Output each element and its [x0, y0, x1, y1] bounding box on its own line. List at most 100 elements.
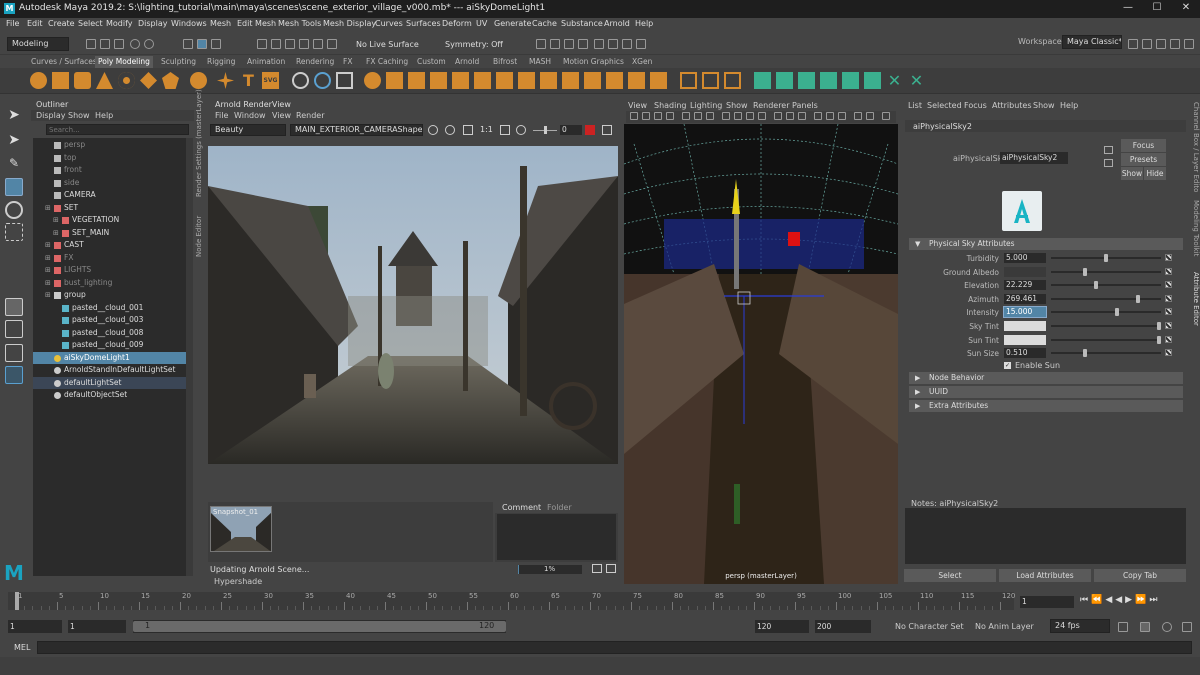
ae-menu-show[interactable]: Show	[1033, 101, 1055, 110]
rendered-image[interactable]	[208, 146, 618, 464]
outliner-item[interactable]: persp	[33, 139, 188, 152]
menu-generate[interactable]: Generate	[494, 19, 531, 28]
gamma-icon[interactable]	[854, 112, 862, 120]
render-settings-icon[interactable]	[578, 39, 588, 49]
attr-value-field[interactable]: 22.229	[1004, 280, 1046, 291]
attr-value-field[interactable]	[1004, 334, 1046, 345]
cylindrical-map-icon[interactable]	[776, 72, 793, 89]
textured-icon[interactable]	[758, 112, 766, 120]
step-back-frame-icon[interactable]: ◀	[1105, 595, 1115, 605]
shelf-tab-fx[interactable]: FX	[340, 56, 355, 68]
bridge-icon[interactable]	[408, 72, 425, 89]
maximize-button[interactable]: ☐	[1145, 2, 1169, 16]
expand-toggle-icon[interactable]: ⊞	[45, 252, 51, 264]
use-all-lights-icon[interactable]	[774, 112, 782, 120]
ambient-occlusion-icon[interactable]	[798, 112, 806, 120]
symmetry-label[interactable]: Symmetry: Off	[445, 40, 503, 49]
viewport-settings-icon[interactable]	[882, 112, 890, 120]
attribute-editor-side-tab[interactable]: Attribute Editor	[1190, 272, 1200, 332]
resolution-gate-icon[interactable]	[706, 112, 714, 120]
paint-select-tool-icon[interactable]: ✎	[5, 156, 23, 174]
panel-icon[interactable]	[1170, 39, 1180, 49]
hypershade-tab[interactable]: Hypershade	[214, 577, 262, 586]
persp-outliner-layout-icon[interactable]	[5, 344, 23, 362]
renderview-menu-render[interactable]: Render	[296, 111, 324, 120]
separate-icon[interactable]	[314, 72, 331, 89]
make-live-icon[interactable]	[327, 39, 337, 49]
anim-layer-dropdown[interactable]: No Anim Layer	[975, 622, 1034, 631]
pause-ipr-icon[interactable]	[636, 39, 646, 49]
wireframe-on-shaded-icon[interactable]	[746, 112, 754, 120]
platonic-solid-icon[interactable]	[190, 72, 207, 89]
menu-select[interactable]: Select	[78, 19, 103, 28]
append-icon[interactable]	[452, 72, 469, 89]
attr-slider[interactable]	[1051, 325, 1161, 327]
ae-notes-textarea[interactable]	[905, 508, 1186, 564]
range-bar-fill[interactable]	[133, 621, 506, 632]
svg-tool-icon[interactable]: SVG	[262, 72, 279, 89]
outliner-item[interactable]: aiSkyDomeLight1	[33, 351, 188, 364]
animation-end-field[interactable]: 200	[815, 620, 871, 633]
go-to-start-icon[interactable]: ⏮	[1080, 595, 1091, 605]
menu-deform[interactable]: Deform	[442, 19, 472, 28]
ae-hide-button[interactable]: Hide	[1144, 167, 1166, 180]
playback-start-field[interactable]: 1	[68, 620, 126, 633]
smooth-shade-icon[interactable]	[734, 112, 742, 120]
snapshot-icon[interactable]	[602, 125, 612, 135]
renderview-menu-window[interactable]: Window	[234, 111, 266, 120]
animation-start-field[interactable]: 1	[8, 620, 62, 633]
playback-end-field[interactable]: 120	[755, 620, 809, 633]
render-current-icon[interactable]	[550, 39, 560, 49]
node-editor-side-tab[interactable]: Node Editor	[195, 212, 205, 257]
open-scene-icon[interactable]	[100, 39, 110, 49]
menu-surfaces[interactable]: Surfaces	[406, 19, 441, 28]
expand-toggle-icon[interactable]: ⊞	[53, 227, 59, 239]
snap-curve-icon[interactable]	[271, 39, 281, 49]
map-button-icon[interactable]	[1165, 254, 1172, 261]
outliner-item[interactable]: defaultLightSet	[33, 376, 188, 389]
shelf-tab-poly-modeling[interactable]: Poly Modeling	[95, 56, 153, 68]
minimize-button[interactable]: —	[1116, 2, 1140, 16]
comment-tab[interactable]: Comment	[502, 503, 541, 512]
menu-curves[interactable]: Curves	[375, 19, 403, 28]
enable-sun-checkbox[interactable]: ✓	[1004, 362, 1011, 369]
attr-slider-handle[interactable]	[1157, 322, 1161, 330]
menu-edit-mesh[interactable]: Edit Mesh	[237, 19, 276, 28]
extra-attributes-section-header[interactable]: ▶ Extra Attributes	[909, 400, 1183, 412]
menu-help[interactable]: Help	[635, 19, 653, 28]
ae-focus-button[interactable]: Focus	[1121, 139, 1166, 152]
node-behavior-section-header[interactable]: ▶ Node Behavior	[909, 372, 1183, 384]
planar-map-icon[interactable]	[754, 72, 771, 89]
ae-node-name-field[interactable]: aiPhysicalSky2	[1000, 152, 1068, 164]
sidebar-toggle-icon[interactable]	[1184, 39, 1194, 49]
map-button-icon[interactable]	[1165, 322, 1172, 329]
loop-icon[interactable]	[1118, 622, 1128, 632]
expand-toggle-icon[interactable]: ⊞	[53, 214, 59, 226]
insert-edge-loop-icon[interactable]	[518, 72, 535, 89]
viewport-menu-renderer[interactable]: Renderer	[753, 101, 790, 110]
range-bar[interactable]: 1 120	[133, 620, 506, 633]
snap-grid-icon[interactable]	[257, 39, 267, 49]
quad-draw-icon[interactable]	[606, 72, 623, 89]
poke-icon[interactable]	[650, 72, 667, 89]
attr-slider-handle[interactable]	[1082, 349, 1087, 358]
outliner-item[interactable]: ⊞ FX	[33, 252, 188, 265]
super-shape-icon[interactable]	[217, 72, 234, 89]
single-perspective-layout-icon[interactable]	[5, 298, 23, 316]
image-plane-icon[interactable]	[666, 112, 674, 120]
outliner-item[interactable]: pasted__cloud_003	[33, 314, 188, 327]
attr-slider-handle[interactable]	[1104, 254, 1108, 262]
reduce-icon[interactable]	[702, 72, 719, 89]
triangulate-icon[interactable]	[724, 72, 741, 89]
snapshot-thumbnail[interactable]: Snapshot_01	[210, 506, 272, 552]
outliner-item[interactable]: side	[33, 177, 188, 190]
shelf-tab-xgen[interactable]: XGen	[629, 56, 655, 68]
ae-menu-help[interactable]: Help	[1060, 101, 1078, 110]
map-button-icon[interactable]	[1165, 335, 1172, 343]
renderview-menu-view[interactable]: View	[272, 111, 291, 120]
sound-icon[interactable]	[1182, 622, 1192, 632]
outliner-item[interactable]: ⊞ bust_lighting	[33, 277, 188, 290]
current-time-marker[interactable]	[15, 592, 19, 610]
snap-point-icon[interactable]	[285, 39, 295, 49]
viewport-menu-show[interactable]: Show	[726, 101, 748, 110]
